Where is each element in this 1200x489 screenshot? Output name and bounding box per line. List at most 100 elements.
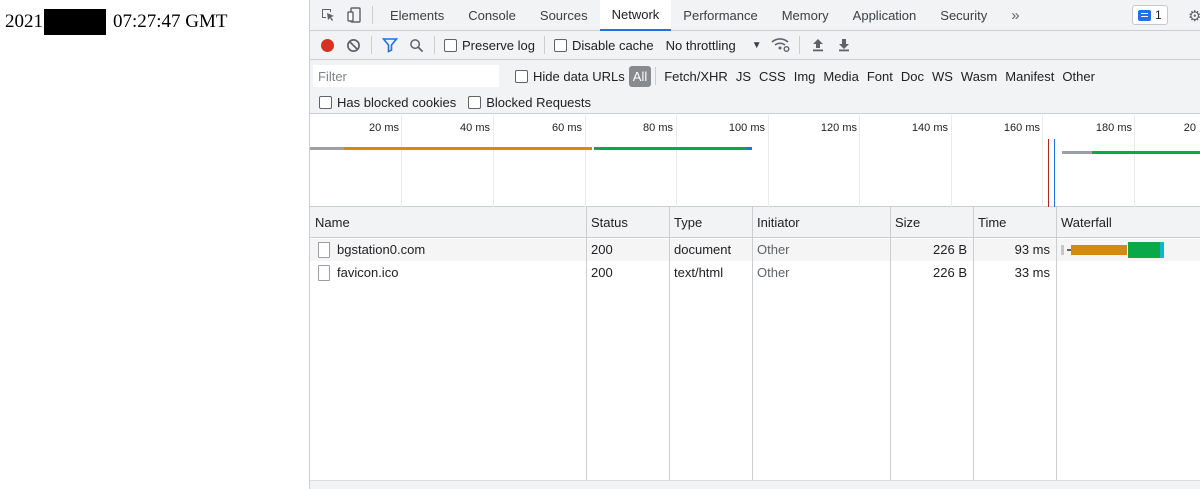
type-filter-font[interactable]: Font (863, 69, 897, 84)
column-header-type[interactable]: Type (669, 207, 752, 238)
export-har-button[interactable] (831, 32, 857, 58)
timeline-gridline (1134, 115, 1135, 207)
network-overview-timeline[interactable]: 20 ms 40 ms 60 ms 80 ms 100 ms 120 ms 14… (310, 115, 1200, 207)
tab-network[interactable]: Network (599, 0, 672, 31)
date-text: 2021 07:27:47 GMT (5, 9, 228, 35)
date-year: 2021 (5, 11, 43, 32)
timeline-tick-label: 140 ms (911, 122, 948, 134)
disable-cache-label: Disable cache (571, 37, 654, 53)
timeline-gridline (676, 115, 677, 207)
request-type: text/html (674, 265, 724, 280)
timeline-tick-label: 80 ms (643, 122, 673, 134)
tab-application[interactable]: Application (841, 0, 929, 31)
timeline-gridline (493, 115, 494, 207)
blocked-requests-checkbox[interactable]: Blocked Requests (468, 95, 591, 110)
issues-button[interactable]: 1 (1132, 5, 1168, 25)
upload-icon (812, 39, 823, 52)
column-header-waterfall[interactable]: Waterfall (1056, 207, 1200, 238)
request-type: document (674, 242, 732, 257)
separator (798, 36, 800, 54)
preserve-log-checkbox[interactable]: Preserve log (444, 38, 535, 53)
request-status: 200 (591, 242, 613, 257)
request-name: bgstation0.com (337, 242, 426, 257)
blocked-filter-bar: Has blocked cookies Blocked Requests (310, 92, 1200, 114)
separator (543, 36, 545, 54)
blocked-requests-label: Blocked Requests (486, 95, 592, 110)
tab-performance[interactable]: Performance (671, 0, 769, 31)
type-filter-other[interactable]: Other (1058, 69, 1099, 84)
throttling-select[interactable]: No throttling ▼ (666, 38, 762, 53)
overview-bar-end (746, 147, 752, 150)
column-divider (1056, 207, 1057, 489)
timeline-tick-label: 60 ms (552, 122, 582, 134)
clear-icon (346, 38, 360, 52)
column-divider (890, 207, 891, 489)
page-content: 2021 07:27:47 GMT (0, 0, 309, 489)
type-filter-manifest[interactable]: Manifest (1001, 69, 1058, 84)
type-filter-ws[interactable]: WS (928, 69, 957, 84)
table-row[interactable]: favicon.ico 200 text/html Other 226 B 33… (310, 262, 1200, 284)
waterfall-end-bar (1160, 242, 1164, 258)
file-icon (318, 242, 330, 258)
column-header-initiator[interactable]: Initiator (752, 207, 890, 238)
filter-toggle-button[interactable] (377, 32, 403, 58)
column-header-size[interactable]: Size (890, 207, 973, 238)
checkbox-box (515, 69, 528, 83)
disable-cache-checkbox[interactable]: Disable cache (553, 37, 654, 53)
column-header-status[interactable]: Status (586, 207, 669, 238)
type-filter-img[interactable]: Img (790, 69, 820, 84)
separator (655, 67, 657, 85)
type-filter-css[interactable]: CSS (755, 69, 790, 84)
filter-bar: Hide data URLs All Fetch/XHR JS CSS Img … (310, 60, 1200, 92)
import-har-button[interactable] (805, 32, 831, 58)
tab-console[interactable]: Console (456, 0, 528, 31)
type-filter-all[interactable]: All (628, 65, 652, 87)
column-header-name[interactable]: Name (310, 207, 586, 238)
search-icon (409, 38, 423, 52)
device-toolbar-icon[interactable] (341, 2, 367, 28)
timeline-tick-label: 100 ms (728, 122, 765, 134)
timeline-tick-label: 20 (1183, 122, 1196, 134)
tab-security[interactable]: Security (928, 0, 999, 31)
request-name: favicon.ico (337, 265, 399, 280)
type-filter-wasm[interactable]: Wasm (957, 69, 1001, 84)
filter-input[interactable] (313, 65, 499, 87)
filter-funnel-icon (382, 38, 398, 53)
overview-bar-queue (310, 147, 344, 150)
hide-data-urls-checkbox[interactable]: Hide data URLs (515, 69, 625, 84)
checkbox-box (468, 96, 482, 109)
column-divider (752, 207, 753, 489)
column-divider (973, 207, 974, 489)
network-conditions-button[interactable] (768, 32, 794, 58)
type-filter-doc[interactable]: Doc (897, 69, 928, 84)
has-blocked-cookies-checkbox[interactable]: Has blocked cookies (319, 95, 456, 110)
type-filter-fetch-xhr[interactable]: Fetch/XHR (660, 69, 732, 84)
column-divider (669, 207, 670, 489)
type-filter-js[interactable]: JS (732, 69, 755, 84)
tab-elements[interactable]: Elements (378, 0, 456, 31)
table-row[interactable]: bgstation0.com 200 document Other 226 B … (310, 239, 1200, 261)
type-filter-media[interactable]: Media (819, 69, 862, 84)
settings-gear-icon[interactable]: ⚙ (1188, 7, 1200, 25)
search-button[interactable] (403, 32, 429, 58)
tab-memory[interactable]: Memory (770, 0, 841, 31)
request-status: 200 (591, 265, 613, 280)
clear-button[interactable] (340, 32, 366, 58)
file-icon (318, 265, 330, 281)
requests-table: Name Status Type Initiator Size Time Wat… (310, 207, 1200, 489)
dropdown-arrow-icon: ▼ (751, 39, 762, 51)
timeline-tick-label: 180 ms (1095, 122, 1132, 134)
redaction-block (44, 9, 106, 35)
record-button[interactable] (314, 32, 340, 58)
checkbox-box (444, 38, 457, 52)
download-icon (838, 39, 849, 52)
horizontal-scrollbar[interactable] (310, 480, 1200, 489)
more-tabs-button[interactable]: » (999, 0, 1031, 31)
column-header-time[interactable]: Time (973, 207, 1056, 238)
timeline-gridline (768, 115, 769, 207)
inspect-element-icon[interactable] (315, 2, 341, 28)
waterfall-queue-bar (1061, 245, 1064, 255)
timeline-tick-label: 120 ms (820, 122, 857, 134)
tab-sources[interactable]: Sources (528, 0, 600, 31)
network-toolbar: Preserve log Disable cache No throttling… (310, 31, 1200, 60)
